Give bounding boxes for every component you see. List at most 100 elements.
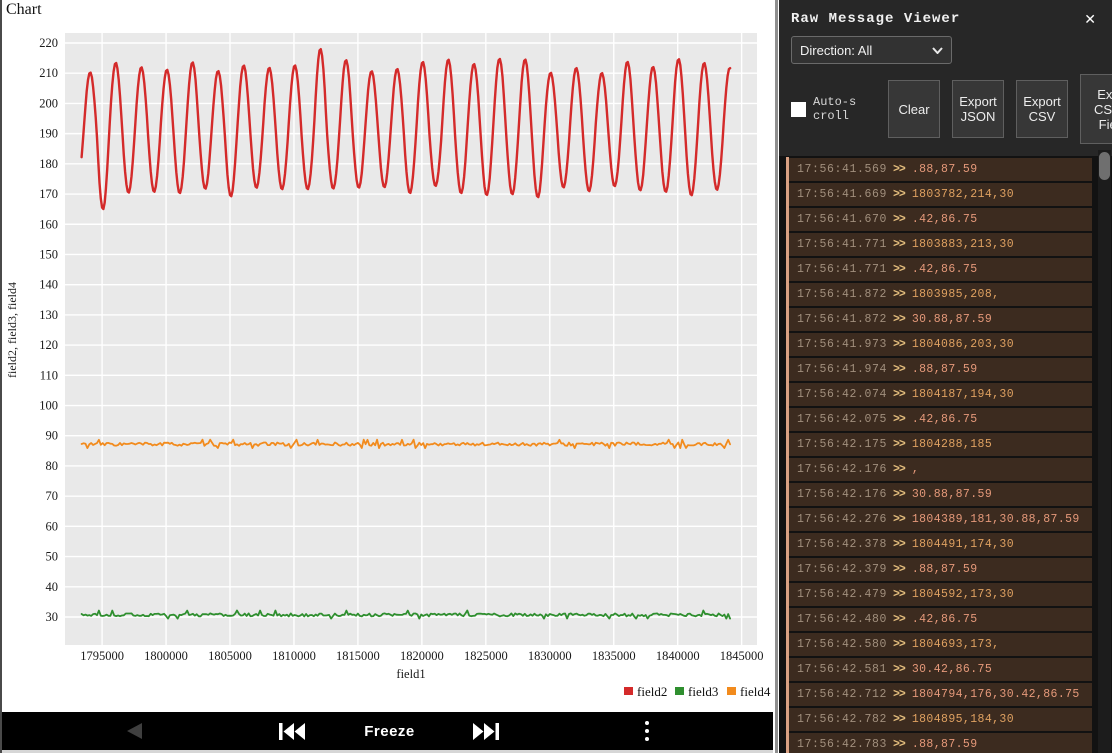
message-timestamp: 17:56:42.580	[797, 638, 888, 651]
svg-text:190: 190	[39, 127, 58, 141]
svg-text:140: 140	[39, 278, 58, 292]
message-direction-icon: >>	[893, 488, 906, 501]
message-text: 1804693,173,	[911, 638, 1000, 651]
message-direction-icon: >>	[893, 213, 906, 226]
message-timestamp: 17:56:42.176	[797, 463, 888, 476]
message-text: 1804592,173,30	[911, 588, 1015, 601]
skip-to-start-button[interactable]	[270, 712, 314, 750]
message-row[interactable]: 17:56:42.075 >> .42,86.75	[786, 407, 1092, 432]
message-row[interactable]: 17:56:42.479 >> 1804592,173,30	[786, 582, 1092, 607]
message-timestamp: 17:56:42.276	[797, 513, 888, 526]
close-icon[interactable]: ✕	[1080, 10, 1100, 28]
message-row[interactable]: 17:56:42.580 >> 1804693,173,	[786, 632, 1092, 657]
message-row[interactable]: 17:56:41.670 >> .42,86.75	[786, 207, 1092, 232]
skip-to-end-icon	[473, 722, 499, 740]
svg-text:1795000: 1795000	[80, 649, 124, 663]
freeze-button[interactable]: Freeze	[332, 712, 447, 750]
svg-text:1840000: 1840000	[656, 649, 700, 663]
message-direction-icon: >>	[893, 263, 906, 276]
export-buttons: ClearExport JSONExport CSV Export CSV by …	[888, 74, 1112, 144]
export-json-button[interactable]: Export JSON	[952, 80, 1004, 138]
autoscroll-control: Auto-scroll	[791, 95, 879, 123]
message-timestamp: 17:56:41.771	[797, 263, 888, 276]
message-timestamp: 17:56:42.074	[797, 388, 888, 401]
svg-text:1815000: 1815000	[336, 649, 380, 663]
message-text: .42,86.75	[911, 413, 978, 426]
message-text: 1803782,214,30	[911, 188, 1015, 201]
message-row[interactable]: 17:56:42.379 >> .88,87.59	[786, 557, 1092, 582]
message-accent-bar	[786, 582, 789, 607]
message-direction-icon: >>	[893, 363, 906, 376]
message-timestamp: 17:56:41.569	[797, 163, 888, 176]
message-timestamp: 17:56:41.771	[797, 238, 888, 251]
message-row[interactable]: 17:56:42.276 >> 1804389,181,30.88,87.59	[786, 507, 1092, 532]
message-row[interactable]: 17:56:42.175 >> 1804288,185	[786, 432, 1092, 457]
autoscroll-checkbox[interactable]	[791, 101, 806, 117]
message-direction-icon: >>	[893, 638, 906, 651]
message-accent-bar	[786, 557, 789, 582]
message-text: .88,87.59	[911, 363, 978, 376]
message-row[interactable]: 17:56:41.669 >> 1803782,214,30	[786, 182, 1092, 207]
panel-controls: Auto-scroll Clear Export JSON Export CSV Ex…	[791, 74, 1112, 144]
menu-kebab-icon	[645, 729, 649, 733]
step-back-button[interactable]	[112, 712, 156, 750]
message-row[interactable]: 17:56:41.771 >> 1803883,213,30	[786, 232, 1092, 257]
message-row[interactable]: 17:56:41.974 >> .88,87.59	[786, 357, 1092, 382]
menu-kebab-icon	[645, 721, 649, 725]
scrollbar[interactable]	[1098, 150, 1111, 753]
message-row[interactable]: 17:56:42.712 >> 1804794,176,30.42,86.75	[786, 682, 1092, 707]
message-direction-icon: >>	[893, 713, 906, 726]
message-row[interactable]: 17:56:42.176 >> 30.88,87.59	[786, 482, 1092, 507]
message-row[interactable]: 17:56:41.569 >> .88,87.59	[786, 157, 1092, 182]
message-timestamp: 17:56:42.075	[797, 413, 888, 426]
message-direction-icon: >>	[893, 563, 906, 576]
message-text: 30.88,87.59	[911, 488, 993, 501]
export-csv-by-fields-button[interactable]: Export CSV by Fields	[1080, 74, 1112, 144]
svg-text:40: 40	[46, 580, 59, 594]
message-accent-bar	[786, 207, 789, 232]
message-direction-icon: >>	[893, 388, 906, 401]
clear-button[interactable]: Clear	[888, 80, 940, 138]
message-direction-icon: >>	[893, 188, 906, 201]
message-text: .42,86.75	[911, 263, 978, 276]
svg-text:1835000: 1835000	[592, 649, 636, 663]
direction-select-value: Direction: All	[800, 42, 873, 58]
skip-to-end-button[interactable]	[464, 712, 508, 750]
message-row[interactable]: 17:56:42.480 >> .42,86.75	[786, 607, 1092, 632]
direction-select[interactable]: Direction: All	[791, 36, 952, 64]
message-row[interactable]: 17:56:41.872 >> 1803985,208,	[786, 282, 1092, 307]
message-timestamp: 17:56:42.783	[797, 738, 888, 751]
svg-text:1800000: 1800000	[144, 649, 188, 663]
svg-text:120: 120	[39, 338, 58, 352]
message-row[interactable]: 17:56:42.074 >> 1804187,194,30	[786, 382, 1092, 407]
message-text: 1804288,185	[911, 438, 993, 451]
svg-text:170: 170	[39, 187, 58, 201]
message-direction-icon: >>	[893, 288, 906, 301]
message-text: .42,86.75	[911, 213, 978, 226]
message-text: 1804086,203,30	[911, 338, 1015, 351]
toolbar-menu-button[interactable]	[627, 712, 667, 750]
svg-text:30: 30	[46, 610, 59, 624]
message-accent-bar	[786, 407, 789, 432]
scrollbar-thumb[interactable]	[1099, 152, 1110, 180]
message-timestamp: 17:56:41.872	[797, 313, 888, 326]
message-accent-bar	[786, 482, 789, 507]
message-list[interactable]: 17:56:41.569 >> .88,87.59 17:56:41.669 >…	[779, 156, 1112, 753]
message-direction-icon: >>	[893, 663, 906, 676]
message-row[interactable]: 17:56:42.378 >> 1804491,174,30	[786, 532, 1092, 557]
panel-header: Raw Message Viewer ✕	[779, 0, 1112, 30]
message-text: 1803883,213,30	[911, 238, 1015, 251]
message-row[interactable]: 17:56:41.973 >> 1804086,203,30	[786, 332, 1092, 357]
message-row[interactable]: 17:56:42.581 >> 30.42,86.75	[786, 657, 1092, 682]
message-row[interactable]: 17:56:41.771 >> .42,86.75	[786, 257, 1092, 282]
export-csv-button[interactable]: Export CSV	[1016, 80, 1068, 138]
message-row[interactable]: 17:56:41.872 >> 30.88,87.59	[786, 307, 1092, 332]
message-row[interactable]: 17:56:42.782 >> 1804895,184,30	[786, 707, 1092, 732]
message-direction-icon: >>	[893, 738, 906, 751]
message-accent-bar	[786, 157, 789, 182]
message-row[interactable]: 17:56:42.176 >> ,	[786, 457, 1092, 482]
message-row[interactable]: 17:56:42.783 >> .88,87.59	[786, 732, 1092, 753]
skip-to-start-icon	[279, 722, 305, 740]
svg-text:field1: field1	[396, 667, 425, 681]
message-accent-bar	[786, 382, 789, 407]
